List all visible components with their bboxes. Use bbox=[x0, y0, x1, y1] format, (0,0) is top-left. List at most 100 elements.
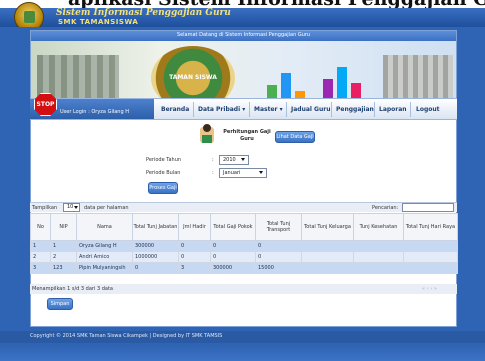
column-header[interactable]: Total Tunj Jabatan bbox=[132, 213, 179, 241]
view-salary-button[interactable]: Lihat Data Gaji bbox=[275, 131, 315, 143]
welcome-bar: Selamat Datang di Sistem Informasi Pengg… bbox=[31, 31, 456, 41]
column-header[interactable]: Jml Hadir bbox=[178, 213, 211, 241]
periode-bulan-label: Periode Bulan bbox=[146, 170, 181, 176]
table-cell bbox=[353, 262, 404, 274]
table-row: 1 1 Oryza Gilang H 300000 0 0 0 bbox=[30, 240, 458, 252]
nav-penggajian[interactable]: Penggajian bbox=[336, 106, 374, 113]
copyright-text: Copyright © 2014 SMK Taman Siswa Cikampe… bbox=[30, 333, 223, 339]
table-cell: 123 bbox=[50, 262, 77, 274]
form-title: Perhitungan Gaji Guru bbox=[223, 129, 271, 142]
table-cell: Andri Amico bbox=[76, 251, 133, 263]
table-cell: 15000 bbox=[255, 262, 302, 274]
table-cell: Oryza Gilang H bbox=[76, 240, 133, 252]
nav-divider bbox=[410, 102, 411, 117]
document-heading: aplikasi Sistem Informasi Penggajian Gur… bbox=[8, 0, 485, 8]
teacher-icon bbox=[200, 124, 214, 143]
table-cell bbox=[403, 251, 458, 263]
periode-bulan-select[interactable]: Januari bbox=[219, 168, 267, 178]
table-row: 2 2 Andri Amico 1000000 0 0 0 bbox=[30, 251, 458, 263]
table-cell: 0 bbox=[210, 251, 256, 263]
table-cell: 3 bbox=[178, 262, 211, 274]
nav-beranda[interactable]: Beranda bbox=[161, 106, 189, 113]
page-size-select[interactable]: 10 bbox=[63, 203, 80, 212]
process-salary-button[interactable]: Proses Gaji bbox=[148, 182, 178, 194]
nav-master[interactable]: Master ▾ bbox=[254, 106, 283, 113]
column-header[interactable]: Tunj Kesehatan bbox=[353, 213, 404, 241]
per-page-label: data per halaman bbox=[84, 205, 129, 211]
table-footer: Menampilkan 1 s/d 3 dari 3 data « ‹ › » bbox=[30, 284, 457, 294]
bottom-strip bbox=[0, 345, 485, 361]
nav-divider bbox=[286, 102, 287, 117]
periode-tahun-label: Periode Tahun bbox=[146, 157, 182, 163]
nav-laporan[interactable]: Laporan bbox=[379, 106, 407, 113]
table-cell bbox=[353, 240, 404, 252]
table-cell: 0 bbox=[255, 251, 302, 263]
table-cell bbox=[353, 251, 404, 263]
salary-table-wrapper: No NIP Nama Total Tunj Jabatan Jml Hadir… bbox=[30, 213, 458, 285]
table-cell bbox=[403, 262, 458, 274]
table-cell: 1 bbox=[50, 240, 77, 252]
salary-table: No NIP Nama Total Tunj Jabatan Jml Hadir… bbox=[30, 213, 458, 274]
table-cell: 0 bbox=[210, 240, 256, 252]
page-size-value: 10 bbox=[67, 204, 74, 210]
save-button[interactable]: Simpan bbox=[47, 298, 73, 310]
table-cell: 0 bbox=[178, 240, 211, 252]
table-controls: Tampilkan 10 data per halaman Pencarian: bbox=[30, 202, 457, 212]
table-cell: 3 bbox=[30, 262, 51, 274]
colon-separator: : bbox=[212, 157, 214, 163]
school-name: SMK TAMANSISWA bbox=[58, 18, 139, 26]
column-header[interactable]: No bbox=[30, 213, 51, 241]
colon-separator: : bbox=[212, 170, 214, 176]
nav-logout[interactable]: Logout bbox=[416, 106, 440, 113]
document-heading-text: aplikasi Sistem Informasi Penggajian Gur… bbox=[68, 0, 485, 8]
column-header[interactable]: Total Tunj Hari Raya bbox=[403, 213, 458, 241]
column-header[interactable]: Total Gaji Pokok bbox=[210, 213, 256, 241]
emblem-text: TAMAN SISWA bbox=[169, 74, 217, 81]
nav-divider bbox=[249, 102, 250, 117]
nav-divider bbox=[331, 102, 332, 117]
dropdown-caret-icon bbox=[74, 206, 78, 209]
main-navbar: STOP User Login : Oryza Gilang H Beranda… bbox=[30, 93, 457, 120]
search-label: Pencarian: bbox=[372, 205, 399, 211]
column-header[interactable]: Total Tunj Transport bbox=[255, 213, 302, 241]
table-cell: 0 bbox=[255, 240, 302, 252]
table-cell: Pipin Mulyaningsih bbox=[76, 262, 133, 274]
table-cell bbox=[301, 251, 354, 263]
column-header[interactable]: NIP bbox=[50, 213, 77, 241]
table-info: Menampilkan 1 s/d 3 dari 3 data bbox=[32, 286, 113, 292]
table-cell: 0 bbox=[178, 251, 211, 263]
show-label: Tampilkan bbox=[32, 205, 58, 211]
user-login-text: User Login : Oryza Gilang H bbox=[60, 109, 129, 115]
table-cell: 300000 bbox=[132, 240, 179, 252]
table-cell bbox=[301, 240, 354, 252]
user-info-bar: STOP User Login : Oryza Gilang H bbox=[30, 93, 154, 119]
table-cell: 300000 bbox=[210, 262, 256, 274]
table-row: 3 123 Pipin Mulyaningsih 0 3 300000 1500… bbox=[30, 262, 458, 274]
nav-jadual-guru[interactable]: Jadual Guru bbox=[291, 106, 330, 113]
table-header-row: No NIP Nama Total Tunj Jabatan Jml Hadir… bbox=[30, 213, 458, 241]
stop-label: STOP bbox=[36, 101, 55, 108]
nav-divider bbox=[193, 102, 194, 117]
dropdown-caret-icon bbox=[241, 158, 245, 161]
nav-data-pribadi[interactable]: Data Pribadi ▾ bbox=[198, 106, 245, 113]
dropdown-caret-icon bbox=[259, 171, 263, 174]
page-footer: Copyright © 2014 SMK Taman Siswa Cikampe… bbox=[0, 331, 485, 343]
periode-bulan-value: Januari bbox=[223, 170, 241, 176]
column-header[interactable]: Total Tunj Keluarga bbox=[301, 213, 354, 241]
table-cell: 1000000 bbox=[132, 251, 179, 263]
table-cell: 2 bbox=[30, 251, 51, 263]
search-input[interactable] bbox=[402, 203, 454, 212]
table-cell: 2 bbox=[50, 251, 77, 263]
table-cell bbox=[403, 240, 458, 252]
pagination[interactable]: « ‹ › » bbox=[422, 286, 437, 292]
table-cell: 1 bbox=[30, 240, 51, 252]
welcome-text: Selamat Datang di Sistem Informasi Pengg… bbox=[176, 32, 311, 38]
table-cell: 0 bbox=[132, 262, 179, 274]
periode-tahun-value: 2010 bbox=[223, 157, 236, 163]
system-title: Sistem Informasi Penggajian Guru bbox=[56, 8, 231, 18]
column-header[interactable]: Nama bbox=[76, 213, 133, 241]
table-cell bbox=[301, 262, 354, 274]
periode-tahun-select[interactable]: 2010 bbox=[219, 155, 249, 165]
app-header: Sistem Informasi Penggajian Guru SMK TAM… bbox=[0, 2, 485, 32]
nav-divider bbox=[374, 102, 375, 117]
